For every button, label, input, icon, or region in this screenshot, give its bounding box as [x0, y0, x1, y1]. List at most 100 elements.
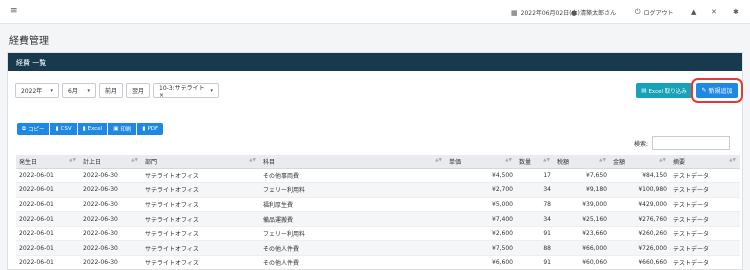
hamburger-icon[interactable]: ≡ — [10, 6, 18, 16]
search-input[interactable] — [652, 136, 731, 150]
table-cell: ¥276,760 — [610, 211, 670, 227]
sort-icon: ▲▼ — [249, 158, 256, 163]
excel-import-button[interactable]: ▤ Excel 取り込み — [636, 83, 692, 98]
table-cell: 2022-06-30 — [80, 182, 142, 198]
print-icon: ▣ — [113, 126, 119, 132]
table-cell: サテライトオフィス — [142, 168, 260, 184]
user-menu[interactable]: ● 清築太郎さん — [571, 8, 617, 18]
next-month-button[interactable]: 翌月 — [126, 83, 151, 98]
table-cell: 福利厚生費 — [260, 197, 446, 213]
sort-icon: ▲▼ — [435, 158, 442, 163]
csv-button[interactable]: ▮ CSV — [50, 123, 77, 135]
table-cell: 2022-06-30 — [80, 197, 142, 213]
table-cell: ¥7,650 — [554, 168, 610, 184]
table-row[interactable]: 2022-06-01 2022-06-30 サテライトオフィス 備品運搬費 ¥7,400… — [16, 211, 740, 227]
table-cell: 2022-06-30 — [80, 226, 142, 242]
file-icon: ▮ — [55, 126, 59, 132]
table-cell: ¥429,000 — [610, 197, 670, 213]
table-cell: テストデータ — [670, 197, 740, 213]
copy-label: コピー — [27, 127, 45, 133]
table-cell: 2022-06-01 — [16, 255, 80, 270]
table-cell: テストデータ — [670, 240, 740, 257]
table-cell: 備品運搬費 — [260, 211, 446, 227]
table-cell: その他人件費 — [260, 255, 446, 270]
column-header[interactable]: 数量 ▲▼ — [516, 155, 554, 169]
table-body: 2022-06-01 2022-06-30 サテライトオフィス その他事両費 ¥4,50… — [16, 168, 740, 270]
user-icon: ● — [571, 8, 578, 17]
table-cell: 2022-06-01 — [16, 197, 80, 213]
chevron-down-icon: ▾ — [87, 87, 90, 94]
column-header[interactable]: 発生日 ▲▼ — [16, 155, 80, 169]
edit-icon: ✎ — [701, 87, 707, 94]
pdf-label: PDF — [147, 126, 159, 132]
table-cell: 91 — [516, 226, 554, 242]
copy-button[interactable]: ⧉ コピー — [17, 123, 50, 135]
table-cell: サテライトオフィス — [142, 197, 260, 213]
month-value: 6月 — [68, 88, 78, 95]
top-bar: ≡ ▦ 2022年06月02日(木) ● 清築太郎さん ⏻ ログアウト ▲ ✕ … — [0, 0, 750, 24]
column-header[interactable]: 摘要 ▲▼ — [670, 155, 740, 169]
table-row[interactable]: 2022-06-01 2022-06-30 サテライトオフィス フェリー利用料 ¥2,6… — [16, 226, 740, 242]
table-cell: 91 — [516, 255, 554, 270]
panel-title: 経費 一覧 — [8, 53, 742, 71]
office-select[interactable]: 10-3:サテライト× ▾ — [153, 83, 220, 99]
file-icon: ▮ — [82, 126, 86, 132]
table-cell: 2022-06-01 — [16, 168, 80, 184]
column-header[interactable]: 科目 ▲▼ — [260, 155, 446, 169]
logout-link[interactable]: ⏻ ログアウト — [635, 8, 674, 17]
table-cell: 34 — [516, 182, 554, 198]
csv-label: CSV — [60, 126, 72, 132]
print-label: 印刷 — [120, 127, 132, 133]
table-cell: フェリー利用料 — [260, 182, 446, 198]
table-cell: ¥2,600 — [446, 226, 516, 242]
table-cell: 2022-06-30 — [80, 168, 142, 184]
column-header[interactable]: 金額 ▲▼ — [610, 155, 670, 169]
expand-icon[interactable]: ✕ — [711, 8, 717, 16]
table-cell: 2022-06-01 — [16, 211, 80, 227]
pdf-button[interactable]: ▮ PDF — [137, 123, 164, 135]
search-label: 検索: — [634, 140, 649, 148]
table-cell: テストデータ — [670, 182, 740, 198]
table-cell: ¥39,000 — [554, 197, 610, 213]
power-icon: ⏻ — [635, 8, 641, 16]
prev-month-button[interactable]: 前月 — [99, 83, 124, 98]
table-cell: 17 — [516, 168, 554, 184]
table-cell: 34 — [516, 211, 554, 227]
table-cell: 2022-06-01 — [16, 240, 80, 257]
table-cell: ¥7,500 — [446, 240, 516, 257]
table-cell: テストデータ — [670, 226, 740, 242]
table-cell: 2022-06-30 — [80, 211, 142, 227]
column-header[interactable]: 部門 ▲▼ — [142, 155, 260, 169]
year-select[interactable]: 2022年 ▾ — [15, 83, 59, 98]
export-button-group: ⧉ コピー ▮ CSV ▮ Excel ▣ 印刷 ▮ PDF — [17, 123, 164, 135]
expense-list-panel: 経費 一覧 2022年 ▾ 6月 ▾ 前月 翌月 10-3:サテライト× ▾ ▤ Ex… — [7, 52, 743, 270]
year-value: 2022年 — [21, 88, 43, 95]
table-row[interactable]: 2022-06-01 2022-06-30 サテライトオフィス その他事両費 ¥4,50… — [16, 168, 740, 184]
table-header-row: 発生日 ▲▼ 計上日 ▲▼ 部門 ▲▼ 科目 ▲▼ 単価 ▲▼ 数量 ▲▼ 税額 ▲▼ 金額 ▲… — [16, 155, 740, 169]
new-add-button[interactable]: ✎ 新規追加 — [691, 78, 743, 103]
table-cell: ¥4,500 — [446, 168, 516, 184]
table-cell: テストデータ — [670, 211, 740, 227]
column-header[interactable]: 税額 ▲▼ — [554, 155, 610, 169]
table-cell: 2022-06-01 — [16, 182, 80, 198]
new-add-label: 新規追加 — [708, 88, 733, 95]
table-cell: ¥5,000 — [446, 197, 516, 213]
sort-icon: ▲▼ — [729, 158, 736, 163]
table-row[interactable]: 2022-06-01 2022-06-30 サテライトオフィス その他人件費 ¥6,60… — [16, 255, 740, 270]
column-header[interactable]: 計上日 ▲▼ — [80, 155, 142, 169]
calendar-icon: ▦ — [511, 8, 518, 17]
settings-icon[interactable]: ✱ — [733, 8, 739, 16]
table-row[interactable]: 2022-06-01 2022-06-30 サテライトオフィス 福利厚生費 ¥5,000… — [16, 197, 740, 213]
column-header[interactable]: 単価 ▲▼ — [446, 155, 516, 169]
month-select[interactable]: 6月 ▾ — [62, 83, 96, 98]
table-cell: 88 — [516, 240, 554, 257]
chevron-down-icon: ▾ — [50, 87, 53, 94]
table-row[interactable]: 2022-06-01 2022-06-30 サテライトオフィス その他人件費 ¥7,50… — [16, 240, 740, 257]
user-name: 清築太郎さん — [580, 10, 617, 17]
bell-icon[interactable]: ▲ — [691, 8, 696, 16]
table-cell: ¥66,000 — [554, 240, 610, 257]
excel-button[interactable]: ▮ Excel — [77, 123, 108, 135]
print-button[interactable]: ▣ 印刷 — [108, 123, 137, 135]
table-cell: ¥23,660 — [554, 226, 610, 242]
table-row[interactable]: 2022-06-01 2022-06-30 サテライトオフィス フェリー利用料 ¥2,7… — [16, 182, 740, 198]
